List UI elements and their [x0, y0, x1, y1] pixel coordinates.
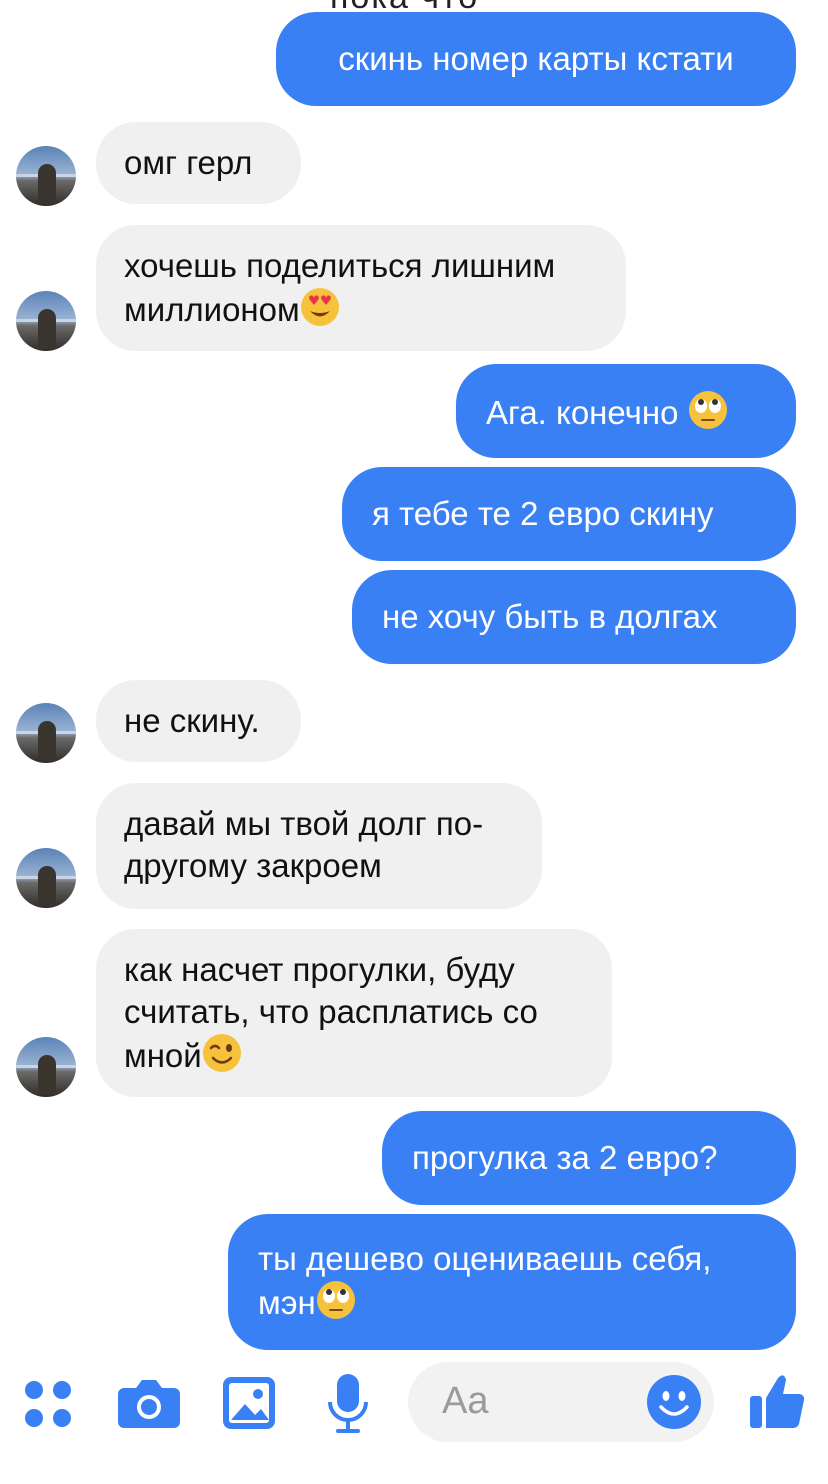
photo-icon[interactable]: [222, 1376, 276, 1435]
incoming-message[interactable]: не скину.: [96, 680, 301, 762]
camera-icon[interactable]: [118, 1376, 180, 1435]
message-text-line: давай мы твой долг по-: [124, 805, 484, 842]
message-text-line: мной: [124, 1037, 202, 1074]
incoming-message[interactable]: хочешь поделиться лишним миллионом: [96, 225, 626, 351]
wink-emoji: [202, 1033, 242, 1083]
message-text: я тебе те 2 евро скину: [372, 495, 714, 532]
message-text: омг герл: [124, 144, 253, 181]
message-text-line: хочешь поделиться лишним: [124, 247, 556, 284]
avatar[interactable]: [16, 1037, 76, 1097]
outgoing-message[interactable]: ты дешево оцениваешь себя, мэн: [228, 1214, 796, 1350]
message-text: скинь номер карты кстати: [338, 40, 734, 77]
incoming-message[interactable]: как насчет прогулки, буду считать, что р…: [96, 929, 612, 1097]
smiley-icon[interactable]: [646, 1374, 702, 1435]
outgoing-message[interactable]: скинь номер карты кстати: [276, 12, 796, 106]
message-text: прогулка за 2 евро?: [412, 1139, 718, 1176]
heart-eyes-emoji: [300, 287, 340, 337]
message-text-line: другому закроем: [124, 847, 382, 884]
message-text: не хочу быть в долгах: [382, 598, 718, 635]
thumbs-up-icon[interactable]: [748, 1370, 808, 1437]
avatar[interactable]: [16, 291, 76, 351]
message-text-line: мэн: [258, 1284, 316, 1321]
microphone-icon[interactable]: [326, 1372, 370, 1439]
message-text-line: считать, что расплатись со: [124, 993, 538, 1030]
message-text-line: ты дешево оцениваешь себя,: [258, 1240, 712, 1277]
menu-dots-icon[interactable]: [22, 1378, 74, 1435]
message-text: не скину.: [124, 702, 260, 739]
outgoing-message[interactable]: Ага. конечно: [456, 364, 796, 458]
avatar[interactable]: [16, 703, 76, 763]
message-input-placeholder: Aa: [442, 1380, 489, 1422]
message-input[interactable]: Aa: [408, 1362, 714, 1442]
message-text-line: миллионом: [124, 291, 300, 328]
avatar[interactable]: [16, 146, 76, 206]
outgoing-message[interactable]: прогулка за 2 евро?: [382, 1111, 796, 1205]
message-text: Ага. конечно: [486, 394, 679, 431]
outgoing-message[interactable]: не хочу быть в долгах: [352, 570, 796, 664]
incoming-message[interactable]: давай мы твой долг по- другому закроем: [96, 783, 542, 909]
message-text-line: как насчет прогулки, буду: [124, 951, 515, 988]
outgoing-message[interactable]: я тебе те 2 евро скину: [342, 467, 796, 561]
eye-roll-emoji: [316, 1280, 356, 1330]
incoming-message[interactable]: омг герл: [96, 122, 301, 204]
eye-roll-emoji: [688, 390, 728, 440]
avatar[interactable]: [16, 848, 76, 908]
